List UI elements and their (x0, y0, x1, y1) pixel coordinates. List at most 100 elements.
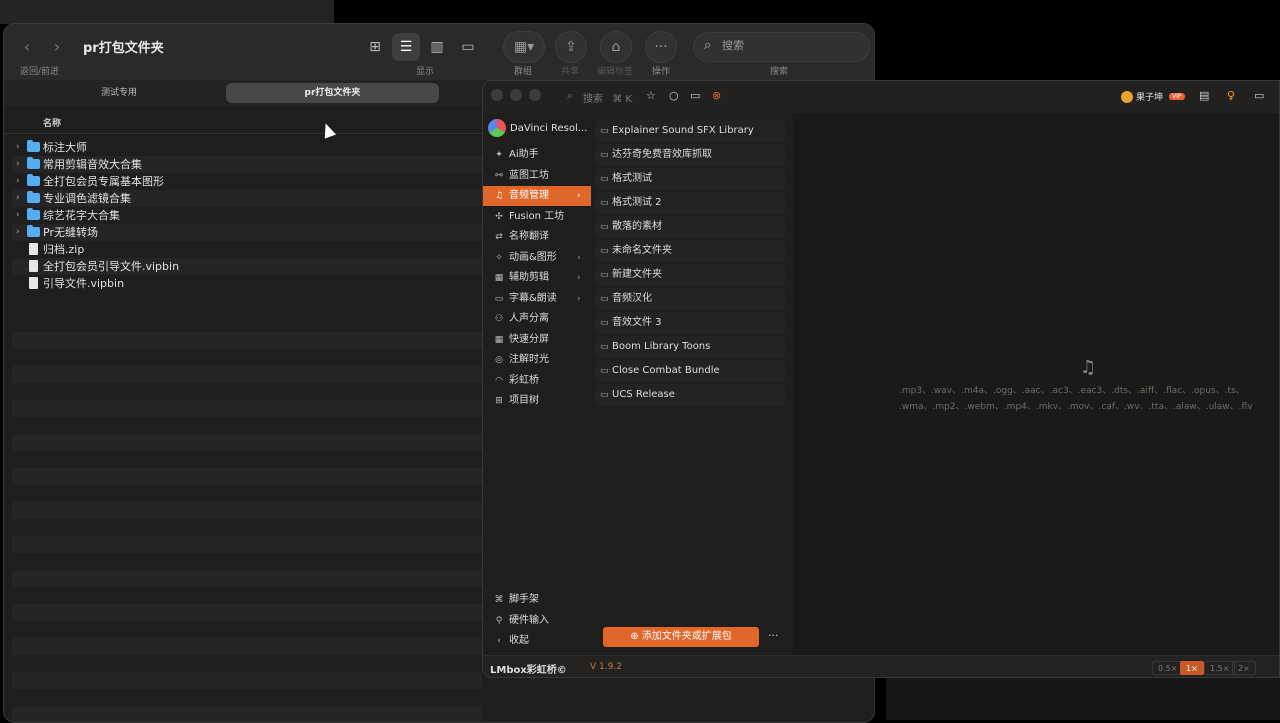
playback-speed-button[interactable]: 0.5× (1152, 661, 1184, 675)
group-button[interactable]: ▦▾ (503, 31, 545, 63)
finder-search[interactable]: ⌕ (693, 32, 870, 62)
message-icon[interactable]: ▭ (1254, 89, 1264, 102)
tab-test[interactable]: 测试专用 (12, 83, 226, 103)
library-item[interactable]: ▭ 音频汉化 (595, 288, 785, 310)
lightbulb-icon[interactable]: ♀ (1227, 89, 1235, 102)
edit-assist-icon: ▦ (494, 273, 504, 283)
sidebar-item[interactable]: ✦ Ai助手 (483, 145, 591, 165)
minimize-window-button[interactable] (510, 89, 522, 101)
split-icon: ▦ (494, 334, 504, 345)
circle-icon[interactable]: ○ (669, 89, 679, 102)
library-folder-icon: ▭ (600, 198, 609, 208)
file-row[interactable]: 全打包会员引导文件.vipbin (12, 258, 482, 275)
more-options-button[interactable]: ··· (768, 629, 779, 642)
sidebar-item[interactable]: ⊞ 项目树 (483, 391, 591, 411)
forward-button[interactable]: › (46, 36, 68, 58)
back-button[interactable]: ‹ (16, 36, 38, 58)
tree-icon: ⊞ (495, 396, 503, 406)
file-row[interactable]: › 综艺花字大合集 (12, 207, 482, 224)
library-item[interactable]: ▭ UCS Release (595, 384, 785, 406)
library-folder-icon: ▭ (600, 150, 609, 160)
sidebar-item[interactable]: ◠ 彩虹桥 (483, 371, 591, 391)
library-item[interactable]: ▭ 新建文件夹 (595, 264, 785, 286)
app-selector[interactable]: DaVinci Resol... (488, 119, 587, 137)
plugin-search[interactable]: 搜索 ⌘ K (583, 90, 632, 105)
library-item[interactable]: ▭ Explainer Sound SFX Library (595, 120, 785, 142)
file-row[interactable]: 归档.zip (12, 241, 482, 258)
playback-speed-button[interactable]: 2× (1232, 661, 1256, 675)
sidebar-item[interactable]: ✣ Fusion 工坊 (483, 207, 591, 227)
vip-badge: VIP (1169, 93, 1185, 100)
star-icon[interactable]: ☆ (646, 89, 656, 102)
collapse-icon: ‹ (497, 636, 501, 646)
name-column-header[interactable]: 名称 (43, 116, 61, 129)
sidebar-item[interactable]: ✧ 动画&图形 › (483, 248, 591, 268)
file-row[interactable]: › 标注大师 (12, 139, 482, 156)
edit-tags-button[interactable]: ⌂ (600, 31, 632, 63)
sidebar-bottom-item[interactable]: ⚲ 硬件输入 (483, 611, 591, 631)
sidebar-item[interactable]: ▦ 辅助剪辑 › (483, 268, 591, 288)
library-item[interactable]: ▭ Boom Library Toons (595, 336, 785, 358)
sidebar-item[interactable]: ▭ 字幕&朗读 › (483, 289, 591, 309)
library-item[interactable]: ▭ Close Combat Bundle (595, 360, 785, 382)
column-view-button[interactable]: ▥ (423, 33, 451, 61)
desktop-background-bottom (886, 678, 1280, 720)
disclosure-chevron-icon[interactable]: › (16, 190, 20, 207)
zoom-window-button[interactable] (529, 89, 541, 101)
folder-icon[interactable]: ▭ (690, 89, 700, 102)
list-view-button[interactable]: ☰ (392, 33, 420, 61)
tab-pr-folder[interactable]: pr打包文件夹 (226, 83, 439, 103)
sidebar-bottom-item[interactable]: ⌘ 脚手架 (483, 590, 591, 610)
disclosure-chevron-icon[interactable]: › (16, 224, 20, 241)
library-item[interactable]: ▭ 达芬奇免费音效库抓取 (595, 144, 785, 166)
calendar-icon[interactable]: ▤ (1199, 89, 1209, 102)
library-item[interactable]: ▭ 格式测试 (595, 168, 785, 190)
disclosure-chevron-icon[interactable]: › (16, 139, 20, 156)
library-folder-icon: ▭ (600, 342, 609, 352)
file-name: Pr无缝转场 (43, 226, 98, 239)
action-caption: 操作 (652, 67, 671, 77)
playback-speed-button[interactable]: 1.5× (1204, 661, 1236, 675)
close-window-button[interactable] (491, 89, 503, 101)
formats-line-2: .wma、.mp2、.webm、.mp4、.mkv、.mov、.caf、.wv、… (899, 402, 1253, 412)
sidebar-item-label: 动画&图形 (509, 251, 557, 263)
file-name: 引导文件.vipbin (43, 277, 125, 290)
add-folder-button[interactable]: ⊕ 添加文件夹或扩展包 (603, 627, 759, 647)
library-item[interactable]: ▭ 散落的素材 (595, 216, 785, 238)
library-item[interactable]: ▭ 未命名文件夹 (595, 240, 785, 262)
library-item[interactable]: ▭ 音效文件 3 (595, 312, 785, 334)
file-row[interactable]: › 常用剪辑音效大合集 (12, 156, 482, 173)
library-folder-icon: ▭ (600, 390, 609, 400)
disclosure-chevron-icon[interactable]: › (16, 156, 20, 173)
sidebar-item[interactable]: ◎ 注解时光 (483, 350, 591, 370)
gallery-view-button[interactable]: ▭ (454, 33, 482, 61)
sidebar-item[interactable]: ⚇ 人声分离 (483, 309, 591, 329)
library-folder-icon: ▭ (600, 174, 609, 184)
sidebar-item[interactable]: ♫ 音频管理 › (483, 186, 591, 206)
disclosure-chevron-icon[interactable]: › (16, 173, 20, 190)
action-button[interactable]: ··· (645, 31, 677, 63)
sidebar-item-label: 注解时光 (509, 354, 549, 365)
audio-drop-area[interactable]: ♫ .mp3、.wav、.m4a、.ogg、.aac、.ac3、.eac3、.d… (793, 113, 1279, 657)
file-row[interactable]: 引导文件.vipbin (12, 275, 482, 292)
file-row[interactable]: › Pr无缝转场 (12, 224, 482, 241)
search-input[interactable] (722, 39, 862, 52)
file-name: 标注大师 (43, 141, 87, 154)
sidebar-bottom-item[interactable]: ‹ 收起 (483, 631, 591, 651)
library-folder-icon: ▭ (600, 318, 609, 328)
library-item[interactable]: ▭ 格式测试 2 (595, 192, 785, 214)
sidebar-item[interactable]: ▦ 快速分屏 (483, 330, 591, 350)
share-button[interactable]: ⇪ (555, 31, 587, 63)
file-row[interactable]: › 专业调色滤镜合集 (12, 190, 482, 207)
file-row[interactable]: › 全打包会员专属基本图形 (12, 173, 482, 190)
sidebar-item[interactable]: ⇄ 名称翻译 (483, 227, 591, 247)
disclosure-chevron-icon[interactable]: › (16, 207, 20, 224)
desktop-background (0, 0, 334, 24)
user-profile[interactable]: 果子坤 VIP (1121, 90, 1185, 103)
playback-speed-button[interactable]: 1× (1180, 661, 1204, 675)
icon-view-button[interactable]: ⊞ (361, 33, 389, 61)
link-icon[interactable]: ⊗ (712, 89, 721, 102)
annotate-icon: ◎ (495, 355, 503, 365)
sidebar-item[interactable]: ⚯ 蓝图工坊 (483, 166, 591, 186)
davinci-logo-icon (488, 119, 506, 137)
